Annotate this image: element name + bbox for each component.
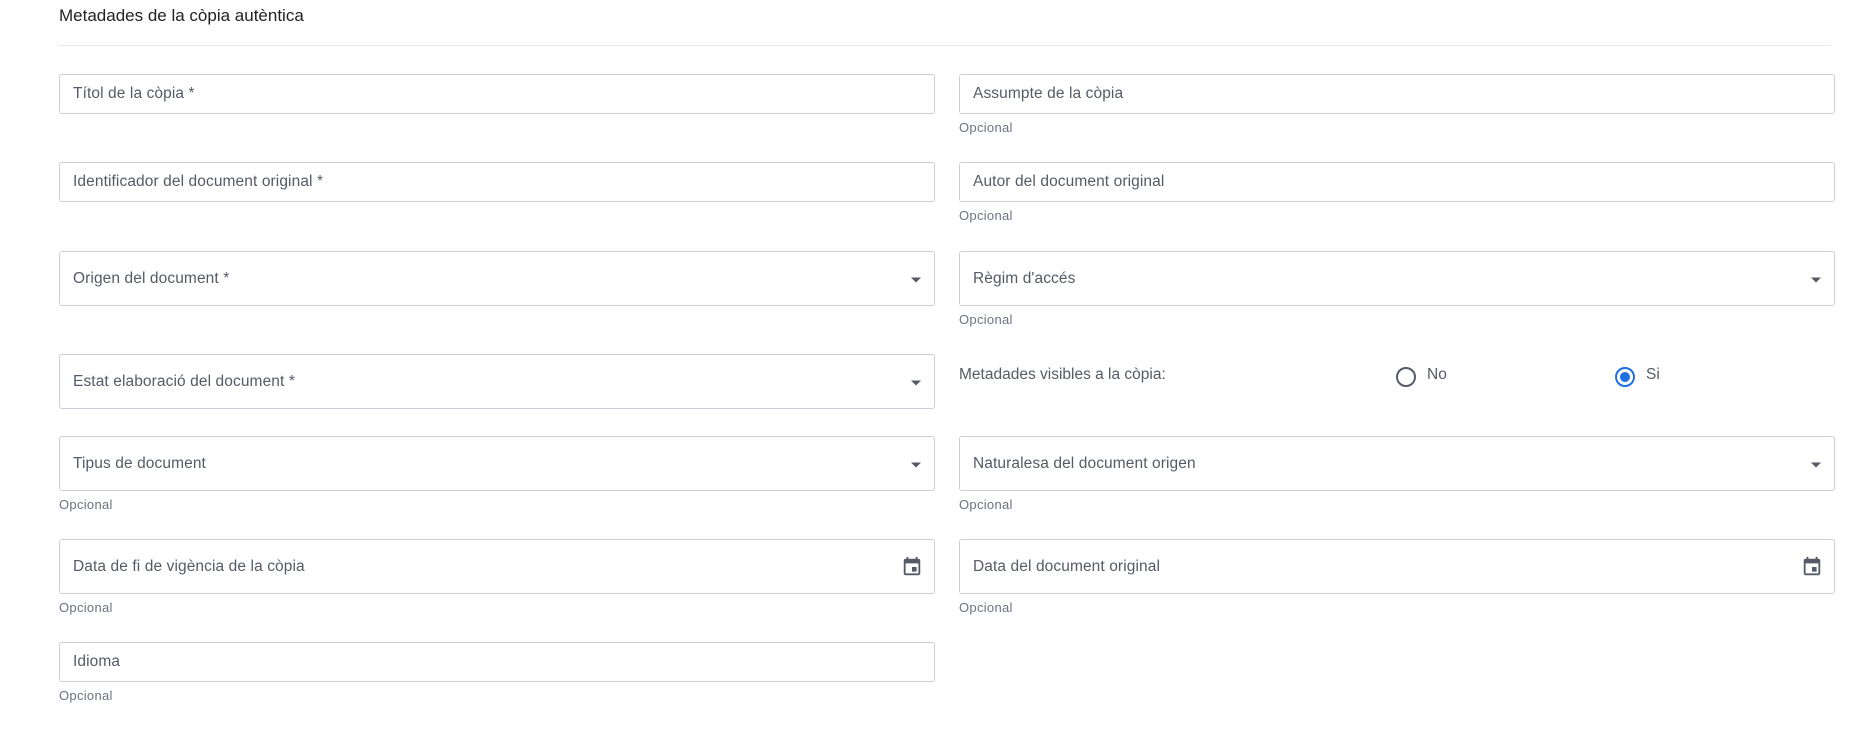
estat-elaboracio-label: Estat elaboració del document * (73, 372, 295, 390)
idioma-input[interactable]: Idioma (59, 642, 935, 682)
idioma-label: Idioma (73, 653, 121, 670)
data-document-original-label: Data del document original (973, 557, 1160, 575)
data-fi-vigencia-input[interactable]: Data de fi de vigència de la còpia (59, 539, 935, 594)
idioma-hint: Opcional (59, 688, 113, 703)
regim-acces-select[interactable]: Règim d'accés (959, 251, 1835, 306)
origen-label: Origen del document * (73, 269, 230, 287)
tipus-document-select[interactable]: Tipus de document (59, 436, 935, 491)
titol-copia-label: Títol de la còpia * (73, 85, 195, 102)
identificador-input[interactable]: Identificador del document original * (59, 162, 935, 202)
chevron-down-icon (911, 277, 921, 282)
radio-si[interactable] (1615, 367, 1635, 387)
data-fi-vigencia-label: Data de fi de vigència de la còpia (73, 557, 305, 575)
naturalesa-label: Naturalesa del document origen (973, 454, 1196, 472)
data-document-original-input[interactable]: Data del document original (959, 539, 1835, 594)
calendar-icon[interactable] (901, 556, 923, 578)
tipus-document-label: Tipus de document (73, 454, 206, 472)
titol-copia-input[interactable]: Títol de la còpia * (59, 74, 935, 114)
autor-label: Autor del document original (973, 173, 1165, 190)
chevron-down-icon (911, 462, 921, 467)
autor-hint: Opcional (959, 208, 1013, 223)
radio-si-label: Si (1646, 366, 1660, 383)
section-title: Metadades de la còpia autèntica (59, 6, 304, 25)
data-doc-hint: Opcional (959, 600, 1013, 615)
regim-acces-label: Règim d'accés (973, 269, 1076, 287)
autor-input[interactable]: Autor del document original (959, 162, 1835, 202)
chevron-down-icon (1811, 462, 1821, 467)
chevron-down-icon (1811, 277, 1821, 282)
tipus-hint: Opcional (59, 497, 113, 512)
assumpte-hint: Opcional (959, 120, 1013, 135)
calendar-icon[interactable] (1801, 556, 1823, 578)
assumpte-copia-label: Assumpte de la còpia (973, 85, 1124, 102)
origen-select[interactable]: Origen del document * (59, 251, 935, 306)
radio-no[interactable] (1396, 367, 1416, 387)
section-divider (59, 45, 1831, 46)
radio-no-label: No (1427, 366, 1447, 383)
data-fi-hint: Opcional (59, 600, 113, 615)
regim-hint: Opcional (959, 312, 1013, 327)
naturalesa-hint: Opcional (959, 497, 1013, 512)
chevron-down-icon (911, 380, 921, 385)
identificador-label: Identificador del document original * (73, 173, 324, 190)
estat-elaboracio-select[interactable]: Estat elaboració del document * (59, 354, 935, 409)
assumpte-copia-input[interactable]: Assumpte de la còpia (959, 74, 1835, 114)
naturalesa-select[interactable]: Naturalesa del document origen (959, 436, 1835, 491)
metadades-visibles-label: Metadades visibles a la còpia: (959, 366, 1166, 383)
